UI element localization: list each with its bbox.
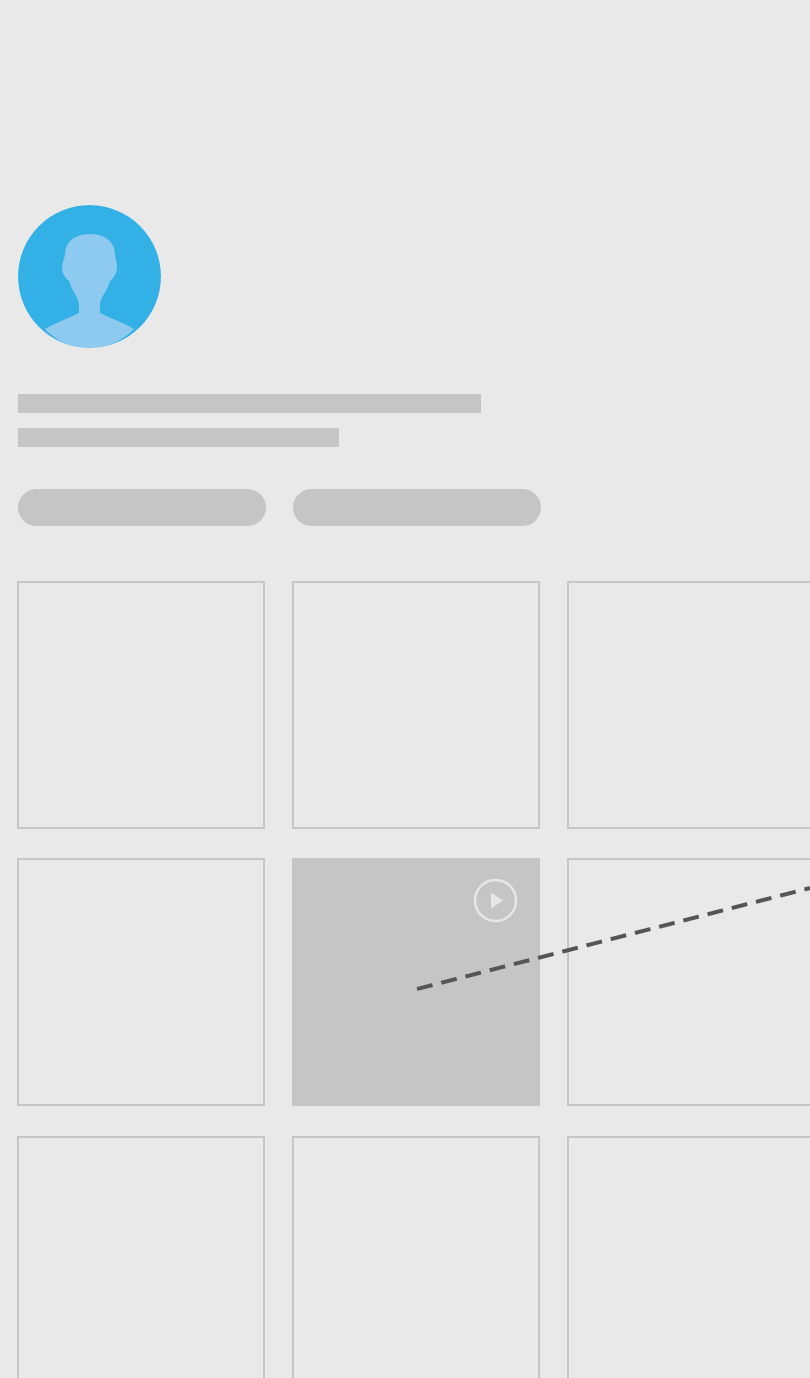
media-tile[interactable] <box>292 581 540 829</box>
media-tile[interactable] <box>567 858 810 1106</box>
person-silhouette-icon <box>18 205 161 348</box>
media-tile[interactable] <box>292 1136 540 1378</box>
avatar[interactable] <box>18 205 161 348</box>
profile-bio-placeholder <box>18 428 339 447</box>
primary-action-button[interactable] <box>18 489 266 526</box>
media-tile[interactable] <box>17 581 265 829</box>
play-icon[interactable] <box>473 878 518 923</box>
media-tile[interactable] <box>567 1136 810 1378</box>
profile-wireframe-page <box>0 0 810 1378</box>
media-tile[interactable] <box>567 581 810 829</box>
media-tile[interactable] <box>17 858 265 1106</box>
media-tile[interactable] <box>17 1136 265 1378</box>
profile-name-placeholder <box>18 394 481 413</box>
secondary-action-button[interactable] <box>293 489 541 526</box>
